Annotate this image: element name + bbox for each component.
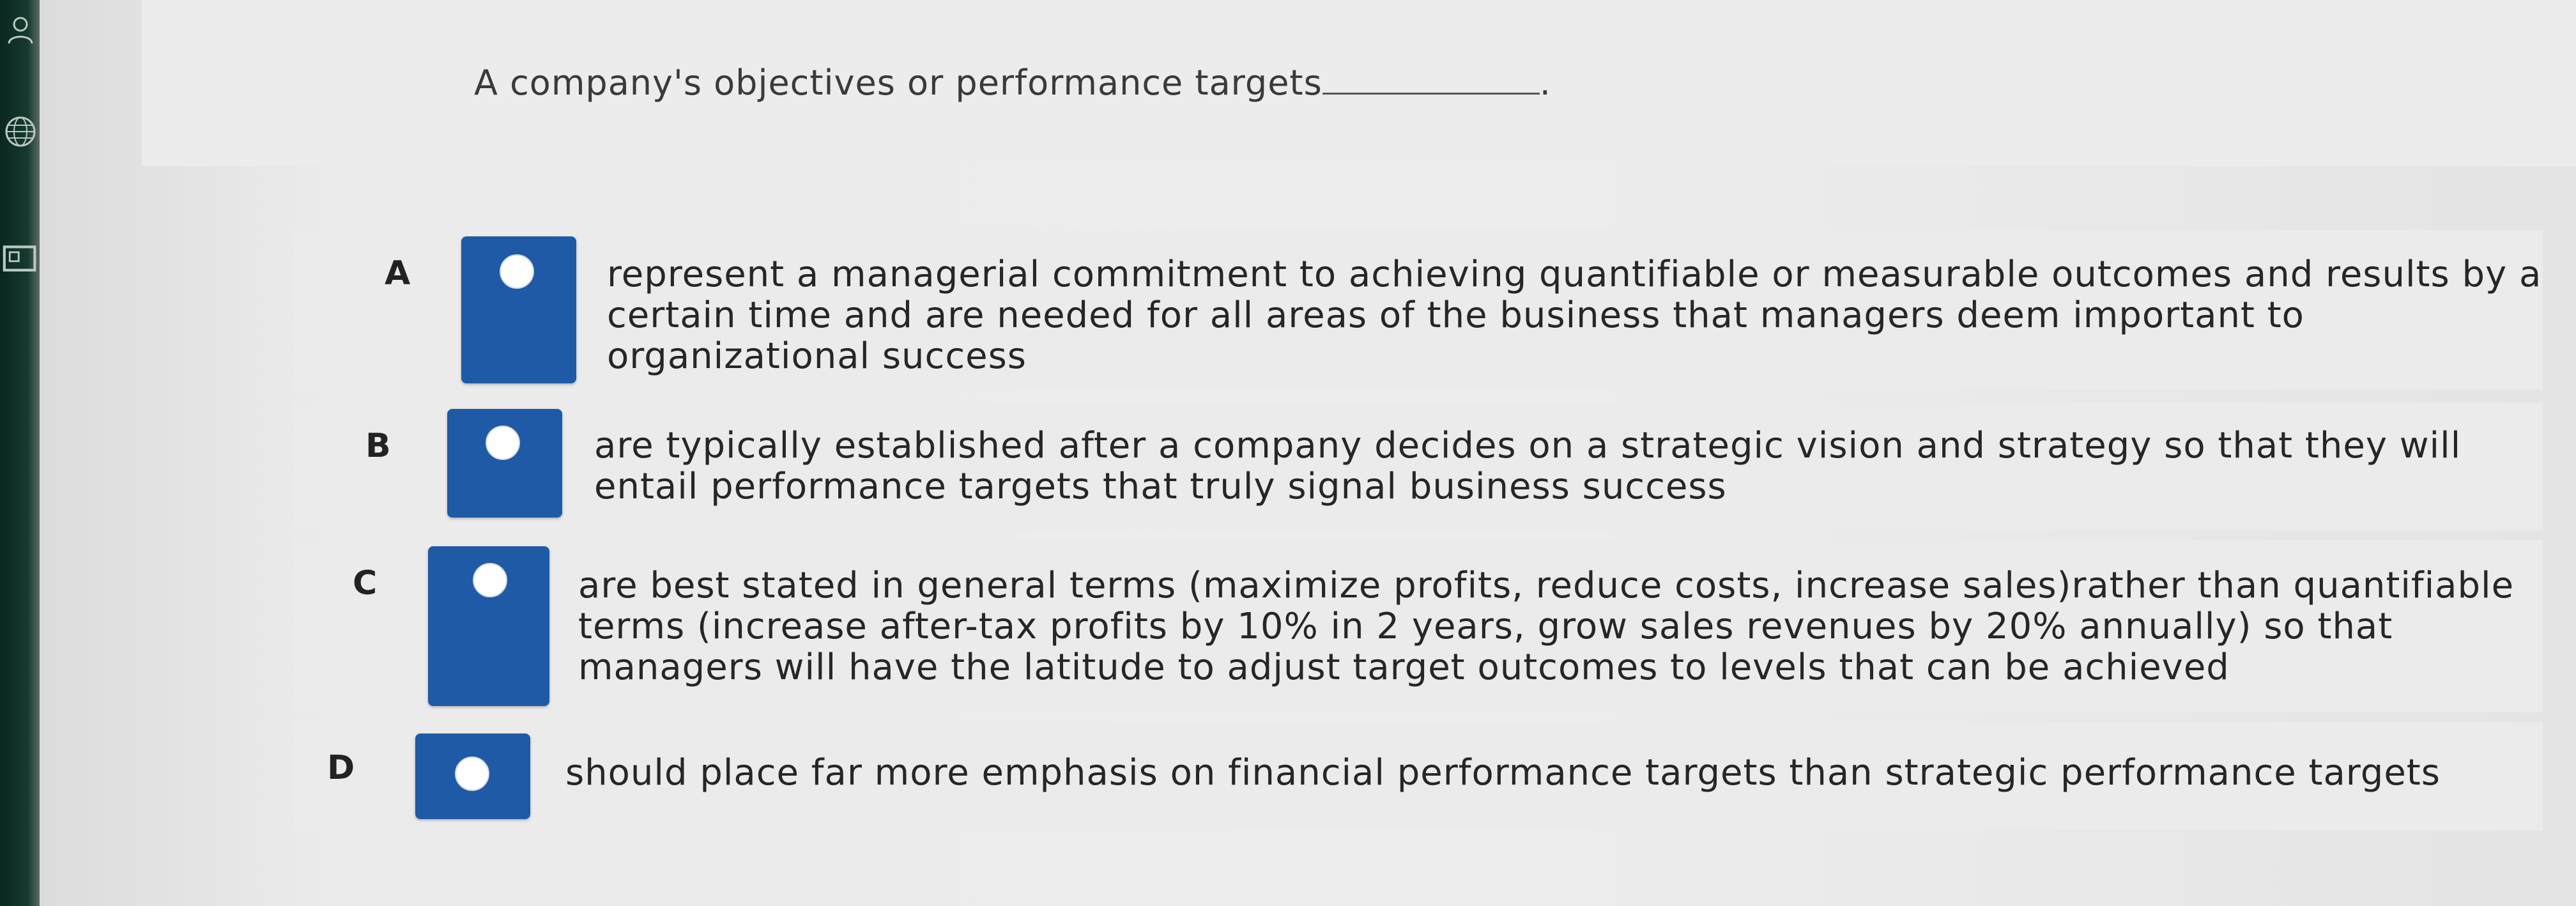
option-text: are best stated in general terms (maximi…: [578, 565, 2515, 688]
option-letter: D: [327, 749, 355, 787]
radio-button-b[interactable]: [447, 409, 562, 518]
question-suffix: .: [1539, 63, 1551, 103]
globe-icon[interactable]: [3, 114, 38, 150]
user-icon[interactable]: [3, 12, 38, 47]
radio-button-a[interactable]: [461, 236, 576, 383]
radio-dot: [500, 254, 534, 289]
radio-button-d[interactable]: [415, 733, 530, 819]
answer-blank: [1322, 65, 1540, 95]
option-a[interactable]: A represent a managerial commitment to a…: [294, 230, 2543, 390]
option-b[interactable]: B are typically established after a comp…: [294, 403, 2543, 530]
left-sidebar: [0, 0, 40, 906]
option-letter: B: [365, 427, 391, 465]
option-text: should place far more emphasis on financ…: [565, 752, 2441, 794]
radio-dot: [486, 426, 520, 460]
option-letter: A: [385, 254, 411, 293]
radio-dot: [455, 756, 489, 791]
question-text: A company's objectives or performance ta…: [474, 63, 1551, 103]
option-text: are typically established after a compan…: [594, 425, 2462, 507]
option-d[interactable]: D should place far more emphasis on fina…: [294, 722, 2543, 831]
option-c[interactable]: C are best stated in general terms (maxi…: [294, 540, 2543, 712]
question-stem: A company's objectives or performance ta…: [474, 63, 1322, 103]
radio-dot: [473, 563, 507, 597]
question-block: A company's objectives or performance ta…: [142, 0, 2576, 166]
screen: A company's objectives or performance ta…: [0, 0, 2576, 906]
option-text: represent a managerial commitment to ach…: [607, 254, 2542, 377]
radio-button-c[interactable]: [428, 546, 549, 706]
panel-icon[interactable]: [3, 242, 38, 277]
option-letter: C: [353, 564, 378, 603]
